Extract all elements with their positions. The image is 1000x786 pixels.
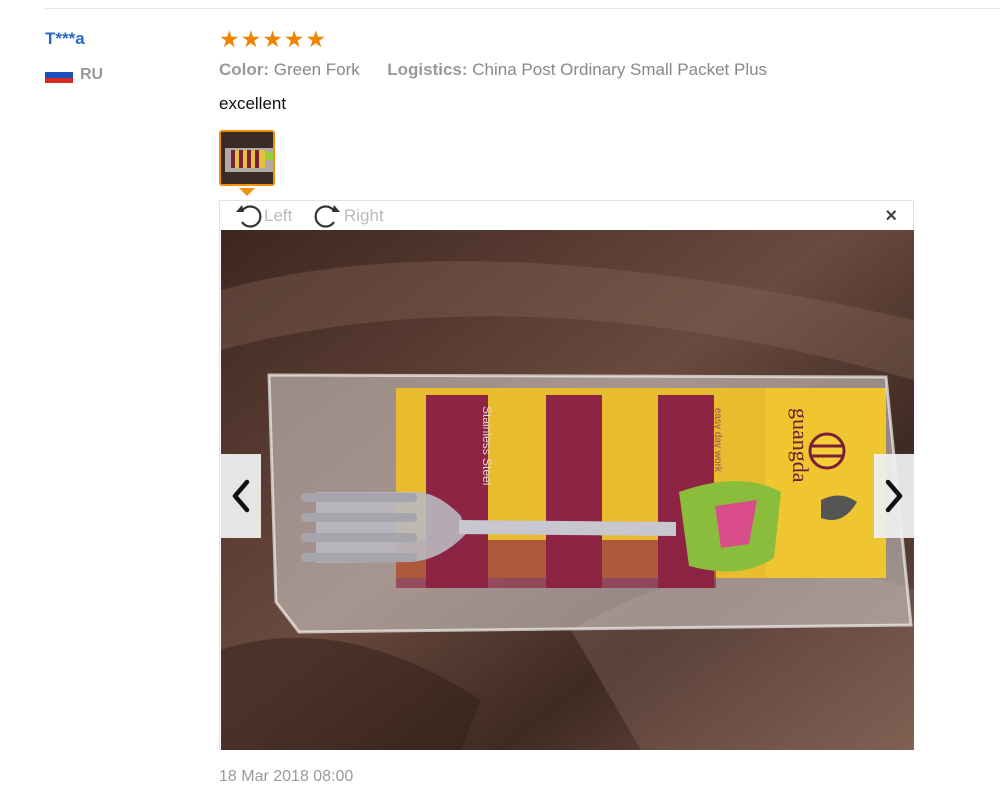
order-attributes: Color: Green Fork Logistics: China Post … [219,60,767,80]
chevron-right-icon [885,479,903,513]
rotate-right-label: Right [344,206,384,225]
review-photo-thumbnail[interactable] [219,130,275,186]
photo-viewer: Left Right × guangda Stainless Steel eas… [219,200,914,750]
rotate-right-button[interactable]: Right [312,203,384,229]
review-text: excellent [219,94,287,113]
rating-stars: ★ ★ ★ ★ ★ [219,26,326,52]
star-icon: ★ [262,26,283,52]
package-text-2: easy day work [712,408,723,473]
russia-flag-icon [45,67,73,83]
color-label: Color: [219,60,270,79]
star-icon: ★ [240,26,262,52]
rotate-left-label: Left [264,206,293,225]
close-viewer-button[interactable]: × [885,206,897,226]
reviewer-country: RU [45,66,103,84]
logistics-value: China Post Ordinary Small Packet Plus [472,60,768,79]
review-date: 18 Mar 2018 08:00 [219,768,354,785]
star-icon: ★ [219,26,240,52]
previous-photo-button[interactable] [221,454,261,538]
reviewer-name: T***a [45,29,85,48]
thumbnail-selected-indicator [239,188,255,196]
package-text-1: Stainless Steel [480,406,494,485]
color-value: Green Fork [273,60,360,79]
review-photo: guangda Stainless Steel easy day work [221,230,914,750]
rotate-left-button[interactable]: Left [234,203,292,229]
star-icon: ★ [305,26,327,52]
country-code: RU [80,66,104,83]
package-brand: guangda [788,408,813,483]
star-icon: ★ [283,26,305,52]
rotate-left-icon [236,205,262,228]
rotate-right-icon [314,205,340,228]
viewer-toolbar: Left Right × [220,201,913,230]
logistics-label: Logistics: [387,60,468,79]
fork-package-photo: guangda Stainless Steel easy day work [221,230,914,750]
chevron-left-icon [232,479,250,513]
divider [45,8,1000,9]
next-photo-button[interactable] [874,454,914,538]
